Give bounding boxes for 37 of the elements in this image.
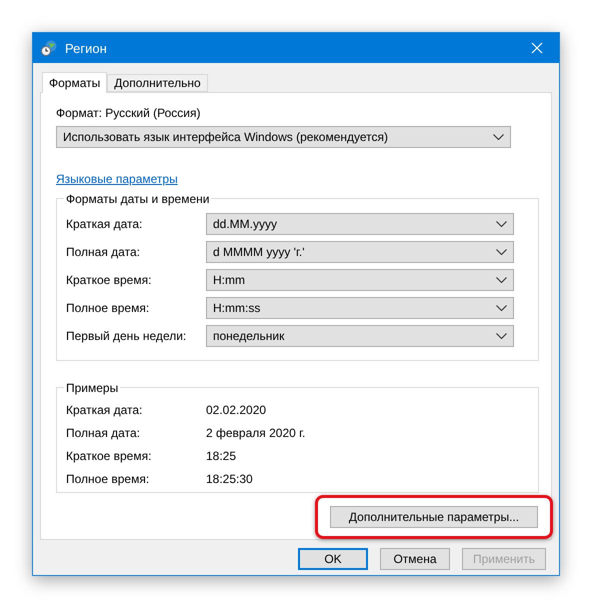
format-dropdown[interactable]: d MMMM yyyy 'г.'	[206, 240, 514, 263]
group-title: Форматы даты и времени	[65, 192, 210, 206]
format-label: Формат: Русский (Россия)	[56, 106, 202, 120]
field-label: Краткое время:	[66, 272, 152, 287]
field-label: Полное время:	[66, 300, 150, 315]
format-dropdown[interactable]: Использовать язык интерфейса Windows (рекомендуется)	[56, 126, 511, 148]
example-value: 18:25	[206, 449, 236, 464]
advanced-settings-button[interactable]: Дополнительные параметры...	[330, 506, 538, 528]
chevron-down-icon	[496, 248, 507, 255]
chevron-down-icon	[496, 220, 507, 227]
example-label: Полная дата:	[66, 426, 141, 440]
window-title: Регион	[65, 40, 108, 56]
close-icon	[531, 42, 543, 54]
example-value: 18:25:30	[206, 472, 253, 486]
field-label: Краткая дата:	[66, 216, 144, 231]
example-value: 02.02.2020	[206, 403, 266, 418]
chevron-down-icon	[496, 332, 507, 339]
example-label: Полное время:	[66, 472, 150, 486]
format-dropdown[interactable]: H:mm	[206, 268, 514, 291]
format-dropdown[interactable]: dd.MM.yyyy	[206, 212, 514, 235]
chevron-down-icon	[496, 304, 507, 311]
dialog-button[interactable]: OK	[298, 548, 368, 570]
format-dropdown[interactable]: понедельник	[206, 324, 514, 347]
group-title: Примеры	[65, 380, 120, 395]
format-dropdown[interactable]: H:mm:ss	[206, 296, 514, 319]
example-value: 2 февраля 2020 г.	[206, 426, 306, 440]
dialog-button[interactable]: Отмена	[380, 548, 450, 570]
language-settings-link[interactable]: Языковые параметры	[56, 172, 178, 186]
tab[interactable]: Форматы	[42, 72, 108, 93]
chevron-down-icon	[496, 276, 507, 283]
field-label: Первый день недели:	[66, 328, 188, 343]
globe-clock-icon	[41, 40, 57, 56]
example-label: Краткое время:	[66, 449, 152, 464]
chevron-down-icon	[493, 134, 504, 140]
example-label: Краткая дата:	[66, 403, 144, 418]
tab[interactable]: Дополнительно	[107, 74, 208, 92]
field-label: Полная дата:	[66, 244, 141, 259]
